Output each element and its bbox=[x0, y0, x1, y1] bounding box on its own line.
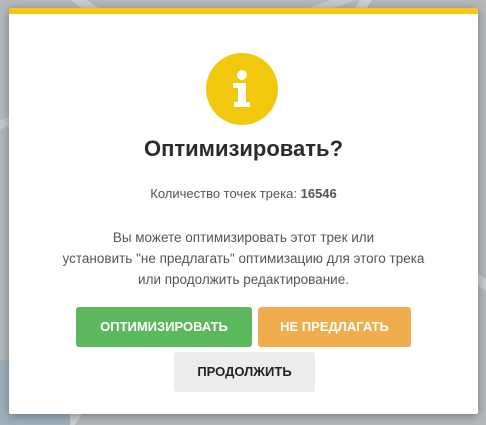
track-points-label: Количество точек трека: bbox=[150, 186, 297, 201]
dialog-description: Вы можете оптимизировать этот трек или у… bbox=[9, 227, 478, 290]
description-line: или продолжить редактирование. bbox=[138, 272, 349, 287]
track-points-value: 16546 bbox=[300, 186, 337, 201]
description-line: установить "не предлагать" оптимизацию д… bbox=[62, 251, 425, 266]
description-line: Вы можете оптимизировать этот трек или bbox=[112, 230, 375, 245]
dont-offer-button[interactable]: НЕ ПРЕДЛАГАТЬ bbox=[258, 307, 411, 347]
continue-button[interactable]: ПРОДОЛЖИТЬ bbox=[174, 352, 315, 392]
dialog-title: Оптимизировать? bbox=[143, 136, 344, 161]
info-icon bbox=[206, 53, 278, 125]
optimize-dialog: Оптимизировать? Количество точек трека: … bbox=[9, 8, 478, 414]
optimize-button[interactable]: ОПТИМИЗИРОВАТЬ bbox=[76, 307, 252, 347]
track-points-count: Количество точек трека: 16546 bbox=[9, 186, 478, 201]
